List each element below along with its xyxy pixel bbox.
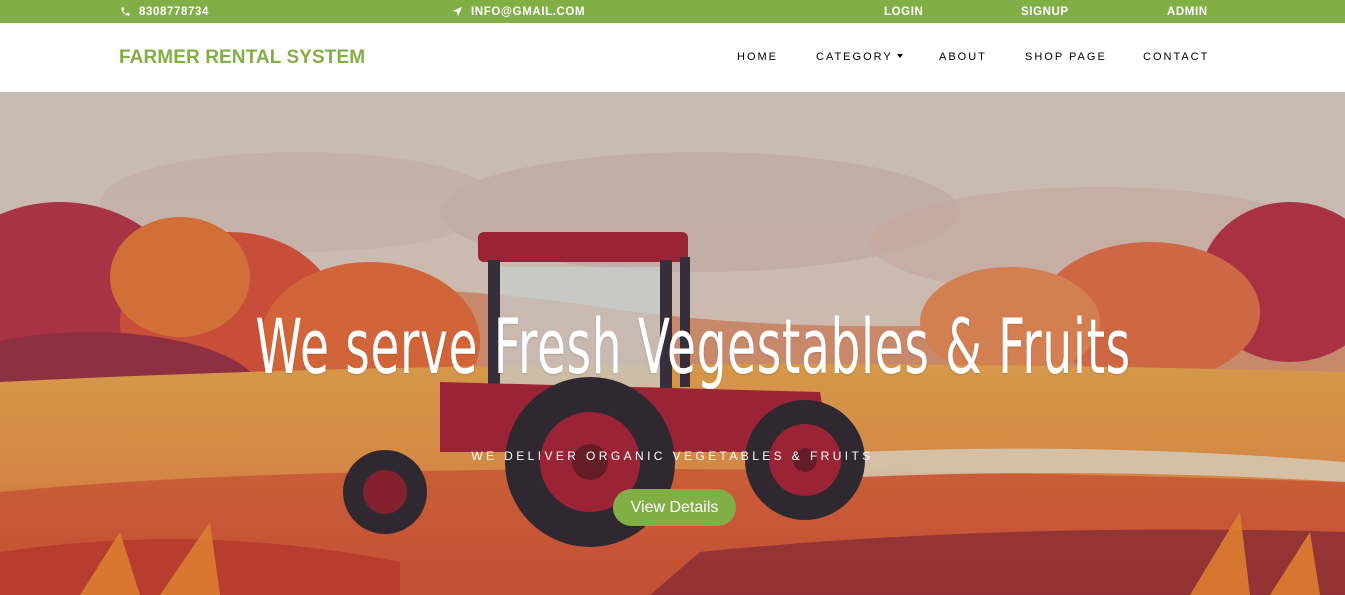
phone-icon xyxy=(121,7,130,16)
phone-contact: 8308778734 xyxy=(120,0,209,23)
email-address: INFO@GMAIL.COM xyxy=(471,5,586,18)
brand-logo[interactable]: FARMER RENTAL SYSTEM xyxy=(119,47,365,69)
login-link[interactable]: LOGIN xyxy=(884,0,923,23)
main-navbar: FARMER RENTAL SYSTEM HOME CATEGORY ABOUT… xyxy=(0,23,1345,92)
admin-link[interactable]: ADMIN xyxy=(1167,0,1208,23)
hero-banner: We serve Fresh Vegestables & Fruits WE D… xyxy=(0,92,1345,595)
nav-contact-label: CONTACT xyxy=(1143,51,1210,63)
hero-subtitle: WE DELIVER ORGANIC VEGETABLES & FRUITS xyxy=(471,449,874,463)
nav-shop-page[interactable]: SHOP PAGE xyxy=(1025,51,1107,63)
nav-shop-label: SHOP PAGE xyxy=(1025,51,1107,63)
phone-number: 8308778734 xyxy=(139,5,209,18)
email-contact: INFO@GMAIL.COM xyxy=(452,0,585,23)
signup-link[interactable]: SIGNUP xyxy=(1021,0,1069,23)
nav-home[interactable]: HOME xyxy=(737,51,778,63)
nav-category-label: CATEGORY xyxy=(816,51,893,63)
nav-category-dropdown[interactable]: CATEGORY xyxy=(816,51,903,63)
nav-home-label: HOME xyxy=(737,51,778,63)
nav-contact[interactable]: CONTACT xyxy=(1143,51,1209,63)
paper-plane-icon xyxy=(452,6,463,17)
nav-about[interactable]: ABOUT xyxy=(939,51,987,63)
nav-about-label: ABOUT xyxy=(939,51,987,63)
caret-down-icon xyxy=(896,54,903,58)
hero-title: We serve Fresh Vegestables & Fruits xyxy=(255,302,1131,391)
top-contact-bar: 8308778734 INFO@GMAIL.COM LOGIN SIGNUP A… xyxy=(0,0,1345,23)
view-details-button[interactable]: View Details xyxy=(613,489,736,526)
